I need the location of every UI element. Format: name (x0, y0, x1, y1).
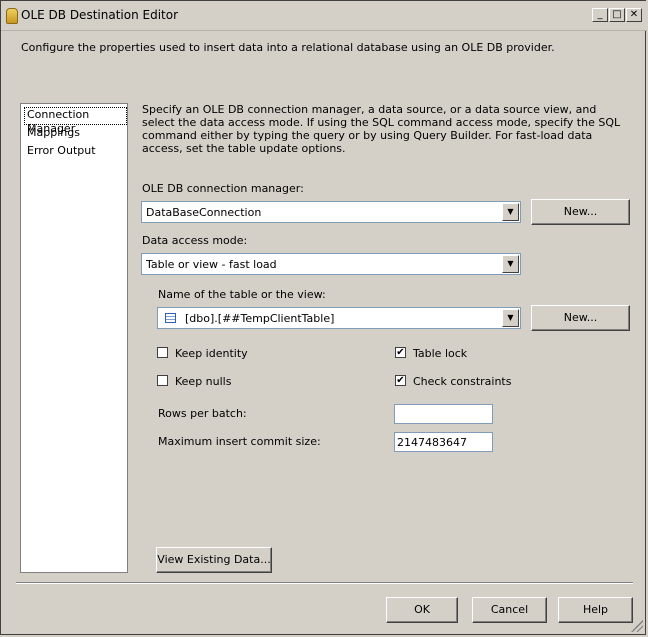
new-connection-button[interactable]: New... (531, 199, 630, 225)
max-commit-value: 2147483647 (397, 436, 467, 449)
access-mode-combo[interactable]: Table or view - fast load ▼ (141, 253, 521, 275)
dialog-window: OLE DB Destination Editor _ □ ✕ Configur… (0, 0, 647, 635)
nav-list: Connection Manager Mappings Error Output (20, 103, 128, 573)
connection-manager-label: OLE DB connection manager: (142, 182, 304, 195)
access-mode-value: Table or view - fast load (146, 258, 277, 271)
table-lock-label: Table lock (413, 347, 468, 360)
page-description: Specify an OLE DB connection manager, a … (142, 103, 621, 155)
rows-per-batch-input[interactable] (394, 404, 493, 424)
maximize-button[interactable]: □ (609, 8, 625, 22)
minimize-button[interactable]: _ (592, 8, 608, 22)
nav-item-error-output[interactable]: Error Output (25, 143, 98, 159)
table-lock-checkbox[interactable]: ✔ (395, 347, 406, 358)
resize-grip-icon[interactable] (631, 620, 643, 632)
table-name-label: Name of the table or the view: (158, 288, 326, 301)
max-commit-input[interactable]: 2147483647 (394, 432, 493, 452)
table-name-value: [dbo].[##TempClientTable] (185, 312, 335, 325)
rows-per-batch-label: Rows per batch: (158, 407, 247, 420)
intro-text: Configure the properties used to insert … (21, 41, 555, 54)
check-constraints-checkbox[interactable]: ✔ (395, 375, 406, 386)
connection-manager-combo[interactable]: DataBaseConnection ▼ (141, 201, 521, 223)
max-commit-label: Maximum insert commit size: (158, 435, 321, 448)
ok-button[interactable]: OK (386, 597, 458, 623)
chevron-down-icon[interactable]: ▼ (502, 203, 519, 221)
chevron-down-icon[interactable]: ▼ (502, 309, 519, 327)
help-button[interactable]: Help (558, 597, 633, 623)
nav-item-connection-manager[interactable]: Connection Manager (24, 107, 127, 135)
table-name-combo[interactable]: [dbo].[##TempClientTable] ▼ (157, 307, 521, 329)
check-constraints-label: Check constraints (413, 375, 512, 388)
keep-nulls-label: Keep nulls (175, 375, 232, 388)
window-title: OLE DB Destination Editor (21, 8, 179, 22)
cancel-button[interactable]: Cancel (472, 597, 547, 623)
close-button[interactable]: ✕ (626, 8, 642, 22)
nav-item-mappings[interactable]: Mappings (25, 125, 82, 141)
chevron-down-icon[interactable]: ▼ (502, 255, 519, 273)
keep-nulls-checkbox[interactable] (157, 375, 168, 386)
table-icon (165, 313, 176, 323)
keep-identity-label: Keep identity (175, 347, 248, 360)
keep-identity-checkbox[interactable] (157, 347, 168, 358)
access-mode-label: Data access mode: (142, 234, 248, 247)
title-bar[interactable]: OLE DB Destination Editor _ □ ✕ (1, 1, 647, 31)
connection-manager-value: DataBaseConnection (146, 206, 262, 219)
new-table-button[interactable]: New... (531, 305, 630, 331)
footer-divider (16, 582, 633, 584)
ssis-component-icon (6, 8, 18, 24)
view-existing-data-button[interactable]: View Existing Data... (156, 547, 272, 573)
